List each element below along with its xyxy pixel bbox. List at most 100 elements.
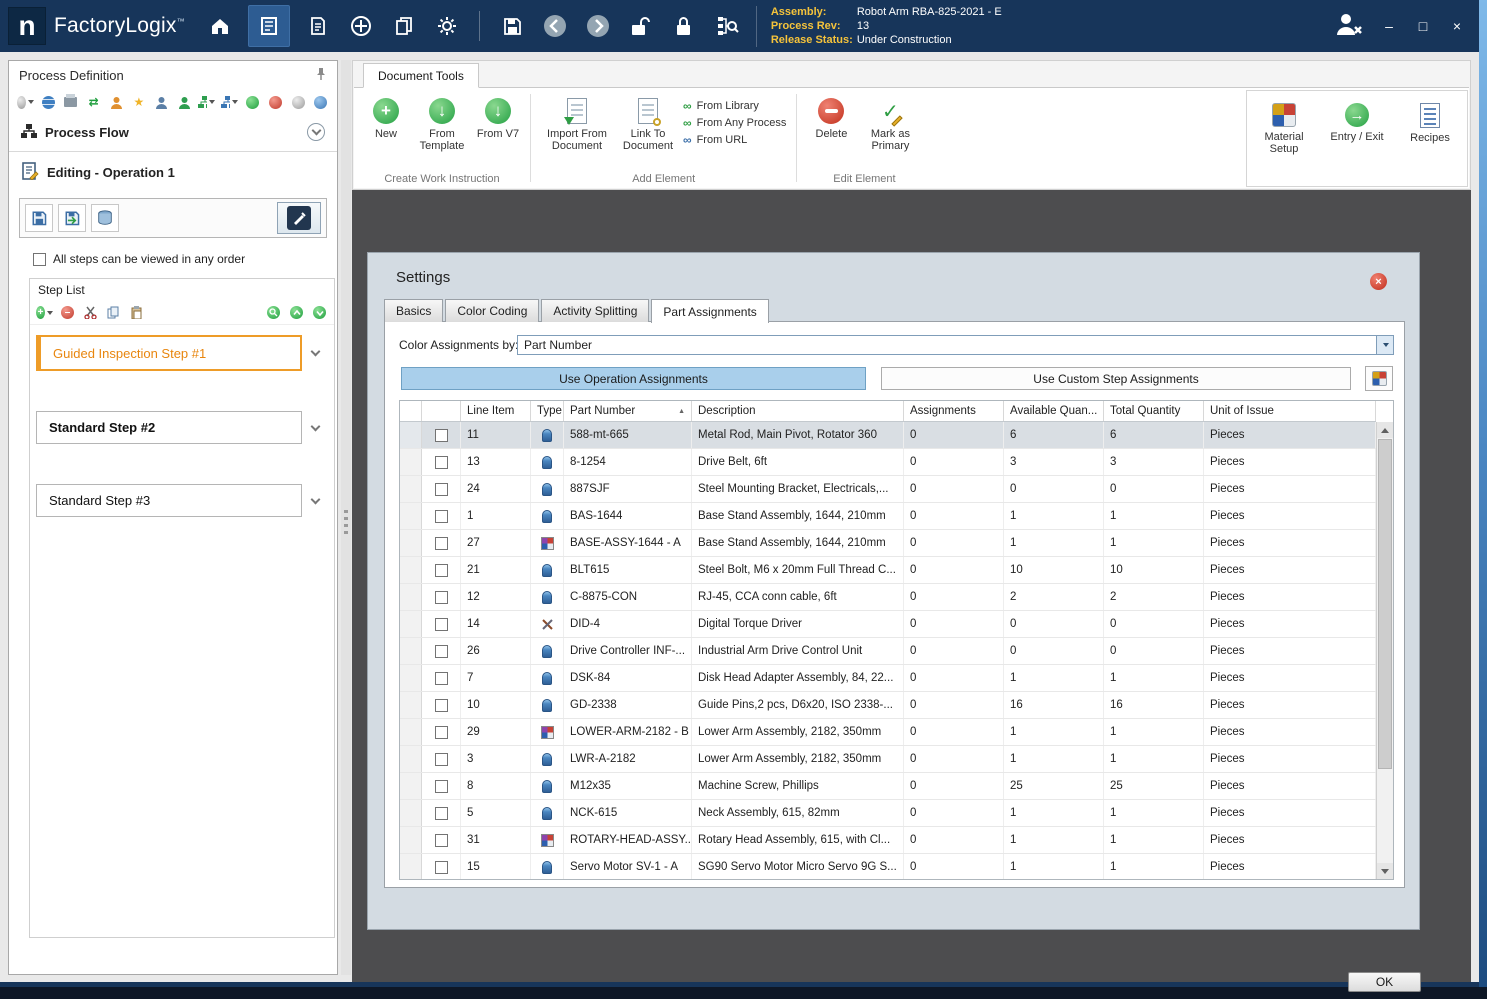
dropdown-arrow-icon[interactable] <box>1376 336 1393 354</box>
star-icon[interactable]: ★ <box>131 94 148 111</box>
table-row[interactable]: 1 BAS-1644 Base Stand Assembly, 1644, 210m… <box>400 503 1376 530</box>
move-step-up-icon[interactable] <box>288 304 305 321</box>
col-part-number[interactable]: Part Number ▲ <box>564 401 692 421</box>
minimize-button[interactable]: – <box>1381 18 1397 34</box>
ok-button[interactable]: OK <box>1348 972 1421 992</box>
scrollbar-thumb[interactable] <box>1378 439 1392 769</box>
unlock-icon[interactable] <box>626 9 656 43</box>
find-step-icon[interactable] <box>265 304 282 321</box>
tab-part-assignments[interactable]: Part Assignments <box>651 299 769 323</box>
table-row[interactable]: 21 BLT615 Steel Bolt, M6 x 20mm Full Threa… <box>400 557 1376 584</box>
refresh-icon[interactable] <box>312 94 329 111</box>
col-available-quantity[interactable]: Available Quan... <box>1004 401 1104 421</box>
user-orange-icon[interactable] <box>108 94 125 111</box>
table-row[interactable]: 27 BASE-ASSY-1644 - A Base Stand Assembly,… <box>400 530 1376 557</box>
tab-activity-splitting[interactable]: Activity Splitting <box>541 299 650 322</box>
table-row[interactable]: 3 LWR-A-2182 Lower Arm Assembly, 2182, 350… <box>400 746 1376 773</box>
navigator-icon[interactable] <box>346 9 376 43</box>
row-checkbox[interactable] <box>434 806 448 820</box>
edit-work-instruction-button[interactable] <box>277 202 321 234</box>
col-total-quantity[interactable]: Total Quantity <box>1104 401 1204 421</box>
table-row[interactable]: 24 887SJF Steel Mounting Bracket, Electric… <box>400 476 1376 503</box>
table-row[interactable]: 29 LOWER-ARM-2182 - B Lower Arm Assembly, … <box>400 719 1376 746</box>
add-user-icon[interactable] <box>176 94 193 111</box>
col-type[interactable]: Type <box>531 401 564 421</box>
home-icon[interactable] <box>205 9 235 43</box>
row-checkbox[interactable] <box>434 779 448 793</box>
database-button[interactable] <box>91 204 119 232</box>
recipes-button[interactable]: Recipes <box>1399 99 1461 178</box>
back-icon[interactable] <box>540 9 570 43</box>
row-checkbox[interactable] <box>434 536 448 550</box>
any-order-checkbox[interactable] <box>33 252 46 266</box>
row-checkbox[interactable] <box>434 455 448 469</box>
row-checkbox[interactable] <box>434 590 448 604</box>
table-row[interactable]: 12 C-8875-CON RJ-45, CCA conn cable, 6ft 0 2… <box>400 584 1376 611</box>
collapse-flow-icon[interactable] <box>307 123 325 141</box>
entry-exit-button[interactable]: → Entry / Exit <box>1321 99 1393 178</box>
col-assignments[interactable]: Assignments <box>904 401 1004 421</box>
from-library-button[interactable]: ∞ From Library <box>683 100 786 112</box>
flow-template-icon[interactable] <box>198 94 216 111</box>
tab-color-coding[interactable]: Color Coding <box>445 299 540 322</box>
row-checkbox[interactable] <box>434 509 448 523</box>
assignment-color-button[interactable] <box>1365 366 1393 391</box>
disable-icon[interactable] <box>267 94 284 111</box>
table-row[interactable]: 8 M12x35 Machine Screw, Phillips 0 25 25 Piece… <box>400 773 1376 800</box>
maximize-button[interactable]: □ <box>1415 18 1431 34</box>
from-url-button[interactable]: ∞ From URL <box>683 134 786 146</box>
mark-as-primary-button[interactable]: ✓ Mark as Primary <box>859 94 921 153</box>
enable-icon[interactable] <box>244 94 261 111</box>
scroll-down-icon[interactable] <box>1377 863 1393 879</box>
col-unit-of-issue[interactable]: Unit of Issue <box>1204 401 1376 421</box>
row-checkbox[interactable] <box>434 833 448 847</box>
row-checkbox[interactable] <box>434 563 448 577</box>
step-item[interactable]: Guided Inspection Step #1 <box>36 335 302 371</box>
work-instructions-icon[interactable] <box>247 5 290 47</box>
add-step-icon[interactable]: + <box>36 304 53 321</box>
row-checkbox[interactable] <box>434 482 448 496</box>
process-documents-icon[interactable] <box>303 9 333 43</box>
table-row[interactable]: 10 GD-2338 Guide Pins,2 pcs, D6x20, ISO 23… <box>400 692 1376 719</box>
neutral-icon[interactable] <box>290 94 307 111</box>
gear-icon[interactable] <box>432 9 462 43</box>
lock-icon[interactable] <box>669 9 699 43</box>
flow-tree-icon[interactable] <box>221 94 239 111</box>
move-step-down-icon[interactable] <box>311 304 328 321</box>
from-template-button[interactable]: ↓ From Template <box>412 94 472 152</box>
new-button[interactable]: + New <box>364 94 408 140</box>
delete-element-button[interactable]: Delete <box>807 94 855 140</box>
templates-icon[interactable] <box>389 9 419 43</box>
table-row[interactable]: 7 DSK-84 Disk Head Adapter Assembly, 84, 2… <box>400 665 1376 692</box>
paste-icon[interactable] <box>128 304 145 321</box>
options-menu-icon[interactable] <box>17 94 34 111</box>
save-operation-button[interactable] <box>25 204 53 232</box>
row-checkbox[interactable] <box>434 725 448 739</box>
color-assignments-dropdown[interactable]: Part Number <box>517 335 1394 355</box>
chevron-down-icon[interactable] <box>302 346 328 357</box>
process-flow-label[interactable]: Process Flow <box>45 125 299 140</box>
step-item[interactable]: Standard Step #3 <box>36 484 302 517</box>
tab-document-tools[interactable]: Document Tools <box>363 63 479 88</box>
material-setup-button[interactable]: Material Setup <box>1253 99 1315 178</box>
tab-basics[interactable]: Basics <box>384 299 444 322</box>
row-checkbox[interactable] <box>434 860 448 874</box>
print-icon[interactable] <box>63 94 80 111</box>
link-to-document-button[interactable]: Link To Document <box>617 94 679 152</box>
scroll-up-icon[interactable] <box>1377 422 1393 438</box>
use-operation-assignments-button[interactable]: Use Operation Assignments <box>401 367 866 390</box>
table-row[interactable]: 14 DID-4 Digital Torque Driver 0 0 0 Pieces <box>400 611 1376 638</box>
table-row[interactable]: 13 8-1254 Drive Belt, 6ft 0 3 3 Pieces <box>400 449 1376 476</box>
chevron-down-icon[interactable] <box>302 421 328 431</box>
row-checkbox[interactable] <box>434 617 448 631</box>
row-checkbox[interactable] <box>434 698 448 712</box>
table-row[interactable]: 15 Servo Motor SV-1 - A SG90 Servo Motor M… <box>400 854 1376 879</box>
col-line-item[interactable]: Line Item <box>461 401 531 421</box>
col-description[interactable]: Description <box>692 401 904 421</box>
table-row[interactable]: 5 NCK-615 Neck Assembly, 615, 82mm 0 1 1 Piece… <box>400 800 1376 827</box>
dialog-close-button[interactable]: × <box>1370 273 1387 290</box>
save-icon[interactable] <box>497 9 527 43</box>
cut-icon[interactable] <box>82 304 99 321</box>
step-item[interactable]: Standard Step #2 <box>36 411 302 444</box>
chevron-down-icon[interactable] <box>302 494 328 504</box>
